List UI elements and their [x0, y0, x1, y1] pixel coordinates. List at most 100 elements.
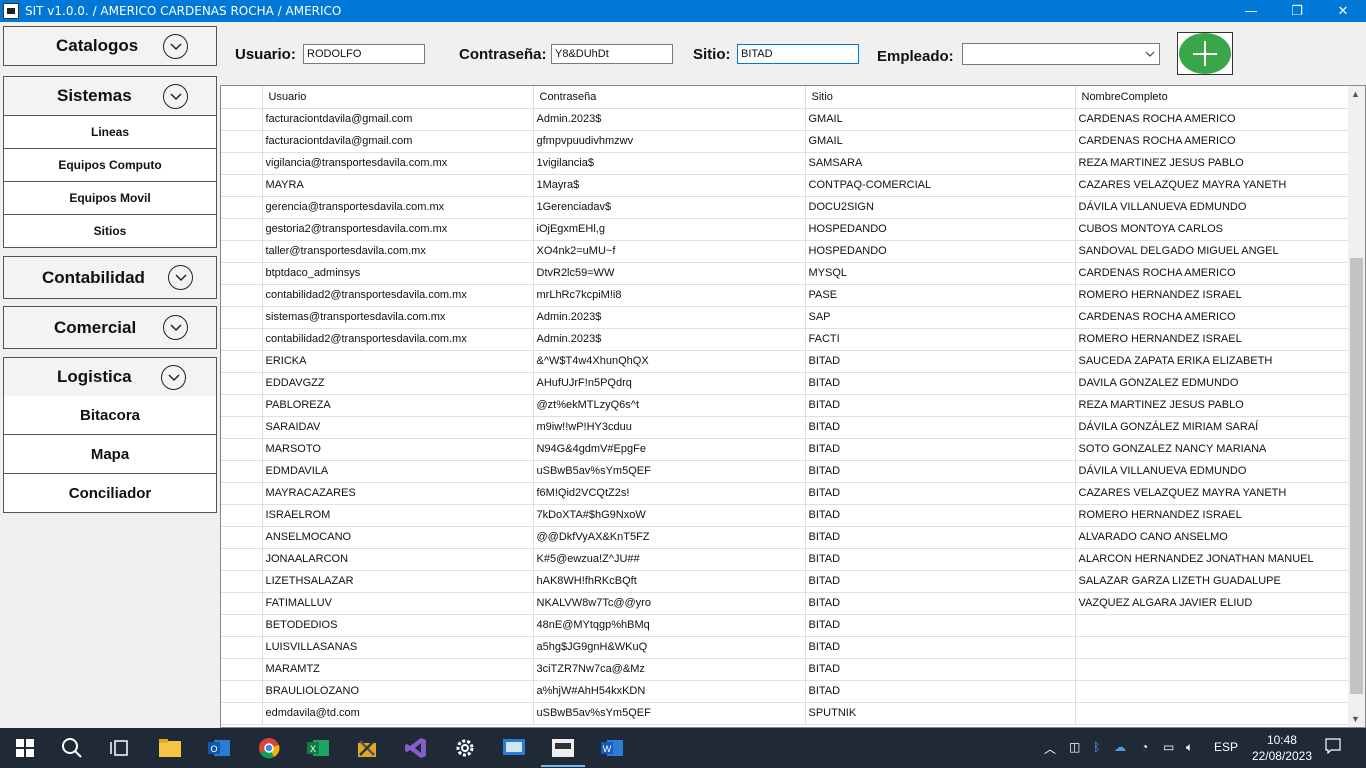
cell-nombre-completo[interactable]: SANDOVAL DELGADO MIGUEL ANGEL [1075, 240, 1349, 263]
cell-sitio[interactable]: BITAD [805, 592, 1076, 615]
credentials-grid[interactable]: Usuario Contraseña Sitio NombreCompleto … [220, 85, 1366, 728]
windows-start-icon[interactable] [13, 736, 37, 760]
row-header[interactable] [221, 372, 263, 395]
cell-nombre-completo[interactable]: ROMERO HERNANDEZ ISRAEL [1075, 328, 1349, 351]
row-header[interactable] [221, 218, 263, 241]
row-header[interactable] [221, 680, 263, 703]
battery-icon[interactable]: ▭ [1163, 740, 1174, 754]
column-header-sitio[interactable]: Sitio [805, 86, 1076, 109]
visual-studio-icon[interactable] [404, 736, 428, 760]
cell-contrasena[interactable]: f6M!Qid2VCQtZ2s! [533, 482, 806, 505]
cell-sitio[interactable]: PASE [805, 284, 1076, 307]
cell-sitio[interactable]: SAMSARA [805, 152, 1076, 175]
cell-usuario[interactable]: ISRAELROM [262, 504, 534, 527]
cell-sitio[interactable]: SPUTNIK [805, 702, 1076, 725]
network-icon[interactable]: ◔ [1141, 740, 1148, 754]
cell-contrasena[interactable]: a5hg$JG9gnH&WKuQ [533, 636, 806, 659]
chrome-icon[interactable] [257, 736, 281, 760]
close-button[interactable]: ✕ [1320, 0, 1366, 22]
remote-desktop-icon[interactable] [502, 736, 526, 760]
table-row[interactable]: contabilidad2@transportesdavila.com.mx mr… [221, 284, 1349, 307]
cell-contrasena[interactable]: NKALVW8w7Tc@@yro [533, 592, 806, 615]
row-header[interactable] [221, 262, 263, 285]
cell-nombre-completo[interactable]: CAZARES VELAZQUEZ MAYRA YANETH [1075, 174, 1349, 197]
table-row[interactable]: edmdavila@td.com uSBwB5av%sYm5QEF SPUTNIK [221, 702, 1349, 725]
menu-catalogos[interactable]: Catalogos [3, 26, 217, 66]
cell-nombre-completo[interactable]: CARDENAS ROCHA AMERICO [1075, 108, 1349, 131]
cell-contrasena[interactable]: hAK8WH!fhRKcBQft [533, 570, 806, 593]
menu-comercial[interactable]: Comercial [3, 306, 217, 349]
vertical-scrollbar[interactable]: ▲ ▼ [1348, 86, 1365, 727]
row-header[interactable] [221, 438, 263, 461]
cell-usuario[interactable]: contabilidad2@transportesdavila.com.mx [262, 328, 534, 351]
cell-nombre-completo[interactable]: CARDENAS ROCHA AMERICO [1075, 262, 1349, 285]
cell-nombre-completo[interactable]: CAZARES VELAZQUEZ MAYRA YANETH [1075, 482, 1349, 505]
cell-contrasena[interactable]: @@DkfVyAX&KnT5FZ [533, 526, 806, 549]
cell-sitio[interactable]: HOSPEDANDO [805, 240, 1076, 263]
cell-usuario[interactable]: LIZETHSALAZAR [262, 570, 534, 593]
cell-contrasena[interactable]: AHufUJrF!n5PQdrq [533, 372, 806, 395]
cell-contrasena[interactable]: 1Gerenciadav$ [533, 196, 806, 219]
table-row[interactable]: BRAULIOLOZANO a%hjW#AhH54kxKDN BITAD [221, 680, 1349, 703]
cell-nombre-completo[interactable]: SOTO GONZALEZ NANCY MARIANA [1075, 438, 1349, 461]
menu-contabilidad[interactable]: Contabilidad [3, 256, 217, 299]
table-row[interactable]: JONAALARCON K#5@ewzua!Z^JU## BITAD ALARCON … [221, 548, 1349, 571]
tools-app-icon[interactable] [355, 736, 379, 760]
contrasena-input[interactable] [551, 44, 673, 64]
cell-contrasena[interactable]: uSBwB5av%sYm5QEF [533, 460, 806, 483]
table-row[interactable]: gerencia@transportesdavila.com.mx 1Gerenc… [221, 196, 1349, 219]
restore-button[interactable]: ❐ [1274, 0, 1320, 22]
cell-contrasena[interactable]: 7kDoXTA#$hG9NxoW [533, 504, 806, 527]
cell-usuario[interactable]: PABLOREZA [262, 394, 534, 417]
cell-contrasena[interactable]: 3ciTZR7Nw7ca@&Mz [533, 658, 806, 681]
cell-contrasena[interactable]: gfmpvpuudivhmzwv [533, 130, 806, 153]
cell-nombre-completo[interactable] [1075, 658, 1349, 681]
table-row[interactable]: EDMDAVILA uSBwB5av%sYm5QEF BITAD DÁVILA VIL… [221, 460, 1349, 483]
table-row[interactable]: btptdaco_adminsys DtvR2lc59=WW MYSQL CARDEN… [221, 262, 1349, 285]
table-row[interactable]: EDDAVGZZ AHufUJrF!n5PQdrq BITAD DAVILA GONZ… [221, 372, 1349, 395]
word-icon[interactable]: W [600, 736, 624, 760]
usb-device-icon[interactable]: ◫ [1069, 740, 1080, 754]
column-header-contrasena[interactable]: Contraseña [533, 86, 806, 109]
cell-nombre-completo[interactable]: DAVILA GONZALEZ EDMUNDO [1075, 372, 1349, 395]
cell-sitio[interactable]: SAP [805, 306, 1076, 329]
table-row[interactable]: SARAIDAV m9iw!!wP!HY3cduu BITAD DÁVILA GONZ… [221, 416, 1349, 439]
cell-contrasena[interactable]: 1Mayra$ [533, 174, 806, 197]
cell-nombre-completo[interactable]: VAZQUEZ ALGARA JAVIER ELIUD [1075, 592, 1349, 615]
cell-contrasena[interactable]: @zt%ekMTLzyQ6s^t [533, 394, 806, 417]
row-header[interactable] [221, 130, 263, 153]
cell-usuario[interactable]: contabilidad2@transportesdavila.com.mx [262, 284, 534, 307]
task-view-icon[interactable] [108, 736, 132, 760]
cell-nombre-completo[interactable]: ROMERO HERNANDEZ ISRAEL [1075, 504, 1349, 527]
cell-sitio[interactable]: MYSQL [805, 262, 1076, 285]
cell-sitio[interactable]: BITAD [805, 548, 1076, 571]
table-row[interactable]: FATIMALLUV NKALVW8w7Tc@@yro BITAD VAZQUEZ A… [221, 592, 1349, 615]
row-header[interactable] [221, 636, 263, 659]
cell-nombre-completo[interactable]: CUBOS MONTOYA CARLOS [1075, 218, 1349, 241]
cell-sitio[interactable]: BITAD [805, 460, 1076, 483]
row-header[interactable] [221, 416, 263, 439]
cell-nombre-completo[interactable] [1075, 702, 1349, 725]
cell-usuario[interactable]: BETODEDIOS [262, 614, 534, 637]
cell-contrasena[interactable]: 1vigilancia$ [533, 152, 806, 175]
cell-usuario[interactable]: EDMDAVILA [262, 460, 534, 483]
cell-nombre-completo[interactable]: DÁVILA VILLANUEVA EDMUNDO [1075, 196, 1349, 219]
cell-sitio[interactable]: FACTI [805, 328, 1076, 351]
cell-nombre-completo[interactable] [1075, 680, 1349, 703]
sit-app-icon[interactable] [541, 736, 585, 767]
row-header[interactable] [221, 548, 263, 571]
cell-usuario[interactable]: EDDAVGZZ [262, 372, 534, 395]
cell-nombre-completo[interactable]: CARDENAS ROCHA AMERICO [1075, 130, 1349, 153]
cell-nombre-completo[interactable] [1075, 636, 1349, 659]
table-row[interactable]: MARAMTZ 3ciTZR7Nw7ca@&Mz BITAD [221, 658, 1349, 681]
sidebar-item-mapa[interactable]: Mapa [3, 435, 217, 474]
cell-nombre-completo[interactable]: ROMERO HERNANDEZ ISRAEL [1075, 284, 1349, 307]
scroll-down-icon[interactable]: ▼ [1351, 714, 1360, 724]
cell-sitio[interactable]: BITAD [805, 394, 1076, 417]
cell-nombre-completo[interactable]: SALAZAR GARZA LIZETH GUADALUPE [1075, 570, 1349, 593]
row-header[interactable] [221, 460, 263, 483]
table-row[interactable]: contabilidad2@transportesdavila.com.mx Ad… [221, 328, 1349, 351]
row-header[interactable] [221, 504, 263, 527]
row-header[interactable] [221, 394, 263, 417]
cell-usuario[interactable]: LUISVILLASANAS [262, 636, 534, 659]
